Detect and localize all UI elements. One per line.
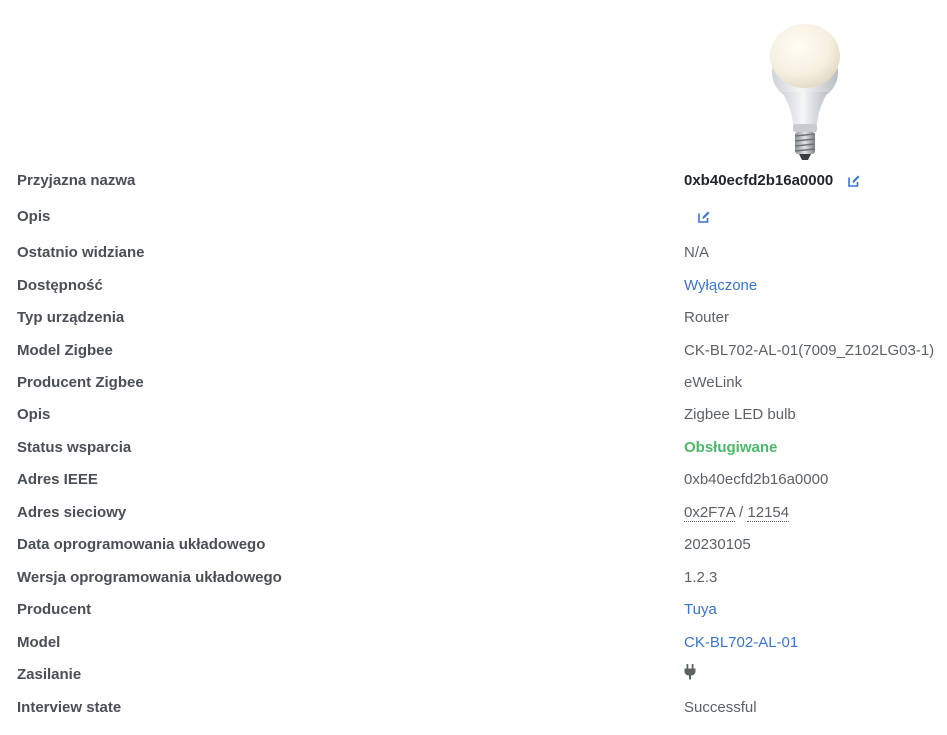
network-address-hex: 0x2F7A [684,503,735,522]
edit-icon [848,175,860,187]
edit-description-button[interactable] [697,210,711,224]
row-friendly-name: Przyjazna nazwa 0xb40ecfd2b16a0000 [0,164,947,197]
network-address-dec: 12154 [747,503,790,522]
label-friendly-name: Przyjazna nazwa [17,171,136,189]
label-last-seen: Ostatnio widziane [17,244,145,261]
edit-icon [698,211,710,223]
device-properties-table: Przyjazna nazwa 0xb40ecfd2b16a0000 Opis [0,164,947,724]
row-zigbee-model: Model Zigbee CK-BL702-AL-01(7009_Z102LG0… [0,334,947,367]
label-firmware-date: Data oprogramowania układowego [17,536,266,553]
row-availability: Dostępność Wyłączone [0,269,947,302]
row-description-2: Opis Zigbee LED bulb [0,399,947,431]
label-support-status: Status wsparcia [17,438,132,456]
label-interview-state: Interview state [17,698,122,716]
light-bulb-icon [770,24,840,160]
label-manufacturer: Producent [17,601,92,618]
row-last-seen: Ostatnio widziane N/A [0,237,947,269]
label-network-address: Adres sieciowy [17,503,127,521]
row-network-address: Adres sieciowy 0x2F7A / 12154 [0,496,947,529]
label-zigbee-manufacturer: Producent Zigbee [17,374,144,391]
row-interview-state: Interview state Successful [0,691,947,724]
row-support-status: Status wsparcia Obsługiwane [0,431,947,464]
row-power-source: Zasilanie [0,659,947,691]
power-plug-icon [684,664,696,686]
row-zigbee-manufacturer: Producent Zigbee eWeLink [0,367,947,399]
label-availability: Dostępność [17,276,103,294]
label-device-type: Typ urządzenia [17,309,125,326]
row-ieee-address: Adres IEEE 0xb40ecfd2b16a0000 [0,464,947,496]
row-model: Model CK-BL702-AL-01 [0,626,947,659]
firmware-version-value: 1.2.3 [684,568,718,586]
row-description: Opis [0,197,947,237]
network-address-separator: / [734,503,748,521]
row-device-type: Typ urządzenia Router [0,302,947,334]
row-firmware-date: Data oprogramowania układowego 20230105 [0,529,947,561]
device-image [764,20,846,165]
friendly-name-value: 0xb40ecfd2b16a0000 [684,171,834,189]
manufacturer-link[interactable]: Tuya [684,601,717,618]
support-status-value: Obsługiwane [684,438,778,456]
label-power-source: Zasilanie [17,666,82,683]
edit-friendly-name-button[interactable] [847,174,861,188]
label-description-2: Opis [17,406,51,423]
label-zigbee-model: Model Zigbee [17,341,113,359]
label-ieee-address: Adres IEEE [17,471,98,488]
device-type-value: Router [684,309,730,326]
label-description: Opis [17,208,51,225]
row-firmware-version: Wersja oprogramowania układowego 1.2.3 [0,561,947,594]
availability-link[interactable]: Wyłączone [684,277,757,294]
description-2-value: Zigbee LED bulb [684,406,796,423]
label-firmware-version: Wersja oprogramowania układowego [17,568,282,586]
interview-state-value: Successful [684,698,757,716]
label-model: Model [17,633,61,651]
zigbee-model-value: CK-BL702-AL-01(7009_Z102LG03-1) [684,341,935,359]
model-link[interactable]: CK-BL702-AL-01 [684,634,798,651]
zigbee-manufacturer-value: eWeLink [684,374,743,391]
last-seen-value: N/A [684,244,710,261]
firmware-date-value: 20230105 [684,536,751,553]
ieee-address-value: 0xb40ecfd2b16a0000 [684,471,829,488]
row-manufacturer: Producent Tuya [0,594,947,626]
